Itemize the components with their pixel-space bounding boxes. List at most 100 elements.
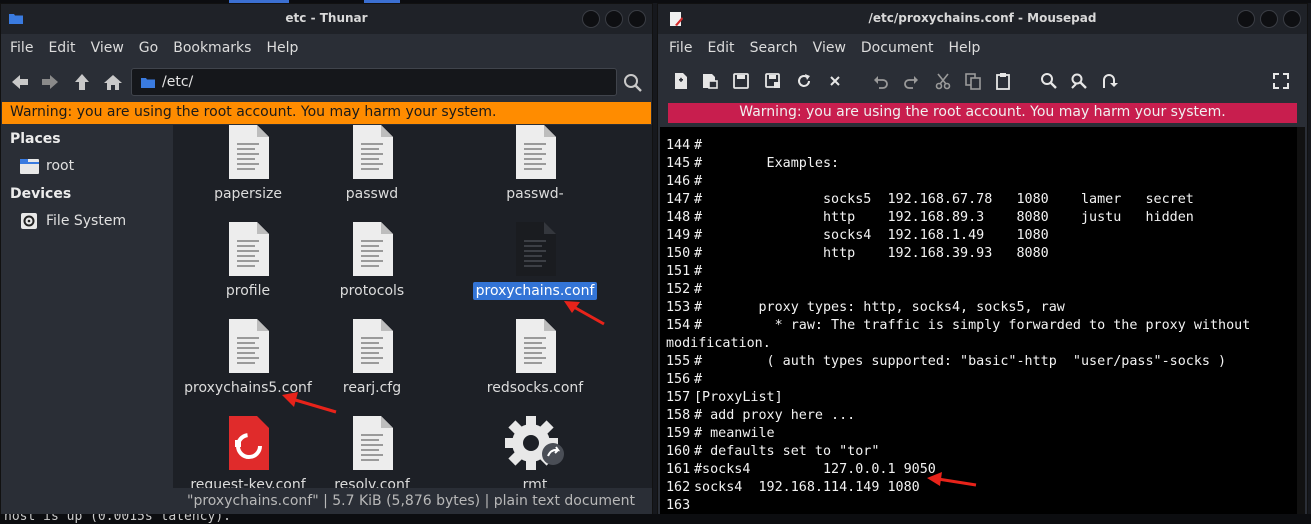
text-file-icon [227, 222, 269, 276]
thunar-window: etc - Thunar File Edit View Go Bookmarks Help… [0, 3, 653, 516]
code-line: 153 # proxy types: http, socks4, socks5, … [666, 299, 1065, 317]
code-line: 163 [666, 497, 694, 515]
text-editor-area[interactable]: 144 #145 # Examples: 146 #147 # socks5 192.16… [660, 127, 1305, 515]
file-item[interactable]: redsocks.conf [460, 319, 610, 397]
status-bar: "proxychains.conf" | 5.7 KiB (5,876 byte… [173, 488, 652, 516]
line-text: # [694, 174, 703, 189]
maximize-button[interactable] [1260, 10, 1278, 28]
menu-view[interactable]: View [813, 40, 846, 56]
location-input[interactable]: /etc/ [131, 68, 617, 96]
find-replace-icon[interactable] [1070, 72, 1088, 90]
sidebar-item-label: File System [46, 213, 127, 229]
sidebar-heading-devices: Devices [10, 186, 72, 202]
go-to-line-icon[interactable] [1100, 72, 1118, 90]
file-name: rearj.cfg [342, 380, 402, 396]
line-text: # [694, 282, 703, 297]
line-text: # * raw: The traffic is simply forwarded… [694, 318, 1251, 333]
line-text: modification. [666, 336, 771, 351]
file-item[interactable]: passwd [297, 125, 447, 203]
new-window-icon[interactable] [701, 72, 719, 90]
text-file-icon [227, 319, 269, 373]
up-arrow-icon[interactable] [71, 72, 93, 92]
file-name: rmt [522, 477, 548, 488]
sidebar-item-file-system[interactable]: File System [19, 212, 126, 230]
line-number: 160 [666, 444, 691, 459]
terminal-text: host is up (0.0015s latency). [4, 514, 231, 524]
line-text: # [694, 372, 703, 387]
code-line: 157 [ProxyList] [666, 389, 783, 407]
line-number: 157 [666, 390, 691, 405]
line-number: 155 [666, 354, 691, 369]
file-name: papersize [214, 186, 282, 202]
file-item[interactable]: rmt [460, 416, 610, 488]
thunar-titlebar[interactable]: etc - Thunar [1, 4, 652, 34]
line-number: 147 [666, 192, 691, 207]
save-as-icon[interactable] [764, 72, 782, 90]
location-path: /etc/ [162, 74, 194, 90]
menu-edit[interactable]: Edit [707, 40, 734, 56]
forward-arrow-icon[interactable] [39, 72, 61, 92]
code-line: 155 # ( auth types supported: "basic"-htt… [666, 353, 1226, 371]
redo-icon[interactable] [902, 72, 920, 90]
minimize-button[interactable] [1237, 10, 1255, 28]
line-text: # http 192.168.39.93 8080 [694, 246, 1049, 261]
editor-scrollbar[interactable] [1297, 127, 1305, 515]
menu-file[interactable]: File [669, 40, 692, 56]
file-name: passwd [345, 186, 399, 202]
back-arrow-icon[interactable] [9, 72, 31, 92]
find-icon[interactable] [1040, 72, 1058, 90]
file-item[interactable]: rearj.cfg [297, 319, 447, 397]
code-line: 161 #socks4 127.0.0.1 9050 [666, 461, 936, 479]
line-text: # [694, 264, 703, 279]
save-icon[interactable] [732, 72, 750, 90]
menu-go[interactable]: Go [139, 40, 158, 56]
menu-help[interactable]: Help [948, 40, 980, 56]
close-button[interactable] [628, 10, 646, 28]
line-number: 149 [666, 228, 691, 243]
menu-help[interactable]: Help [266, 40, 298, 56]
mousepad-titlebar[interactable]: /etc/proxychains.conf - Mousepad [658, 4, 1307, 34]
menu-view[interactable]: View [91, 40, 124, 56]
search-icon[interactable] [623, 73, 643, 93]
menu-search[interactable]: Search [750, 40, 798, 56]
close-button[interactable] [1283, 10, 1301, 28]
new-document-icon[interactable] [672, 72, 690, 90]
reload-icon[interactable] [795, 72, 813, 90]
sidebar-heading-places: Places [10, 131, 61, 147]
maximize-button[interactable] [605, 10, 623, 28]
menubar: File Edit View Go Bookmarks Help [1, 34, 652, 62]
file-name: passwd- [506, 186, 564, 202]
paste-icon[interactable] [994, 72, 1012, 90]
home-icon[interactable] [102, 72, 124, 92]
file-item[interactable]: resolv.conf [297, 416, 447, 488]
drive-icon [21, 213, 37, 229]
menu-edit[interactable]: Edit [48, 40, 75, 56]
file-item[interactable]: protocols [297, 222, 447, 300]
sidebar-item-root[interactable]: root [19, 157, 74, 175]
minimize-button[interactable] [582, 10, 600, 28]
undo-icon[interactable] [872, 72, 890, 90]
fullscreen-icon[interactable] [1272, 72, 1290, 90]
cut-icon[interactable] [934, 72, 952, 90]
line-number: 158 [666, 408, 691, 423]
code-line: 151 # [666, 263, 702, 281]
menu-file[interactable]: File [10, 40, 33, 56]
line-number: 162 [666, 480, 691, 495]
code-line: 156 # [666, 371, 702, 389]
file-item[interactable]: proxychains.conf [460, 222, 610, 300]
line-text: [ProxyList] [694, 390, 783, 405]
file-item[interactable]: passwd- [460, 125, 610, 203]
code-line: 146 # [666, 173, 702, 191]
line-number: 146 [666, 174, 691, 189]
copy-icon[interactable] [964, 72, 982, 90]
menu-bookmarks[interactable]: Bookmarks [173, 40, 251, 56]
line-text: # [694, 138, 703, 153]
menu-document[interactable]: Document [861, 40, 934, 56]
code-line: 147 # socks5 192.168.67.78 1080 lamer sec… [666, 191, 1194, 209]
line-text: # ( auth types supported: "basic"-http "… [694, 354, 1227, 369]
text-file-icon [351, 416, 393, 470]
text-file-icon [227, 125, 269, 179]
text-file-dark-icon [514, 222, 556, 276]
text-file-icon [514, 125, 556, 179]
close-icon[interactable] [826, 72, 844, 90]
